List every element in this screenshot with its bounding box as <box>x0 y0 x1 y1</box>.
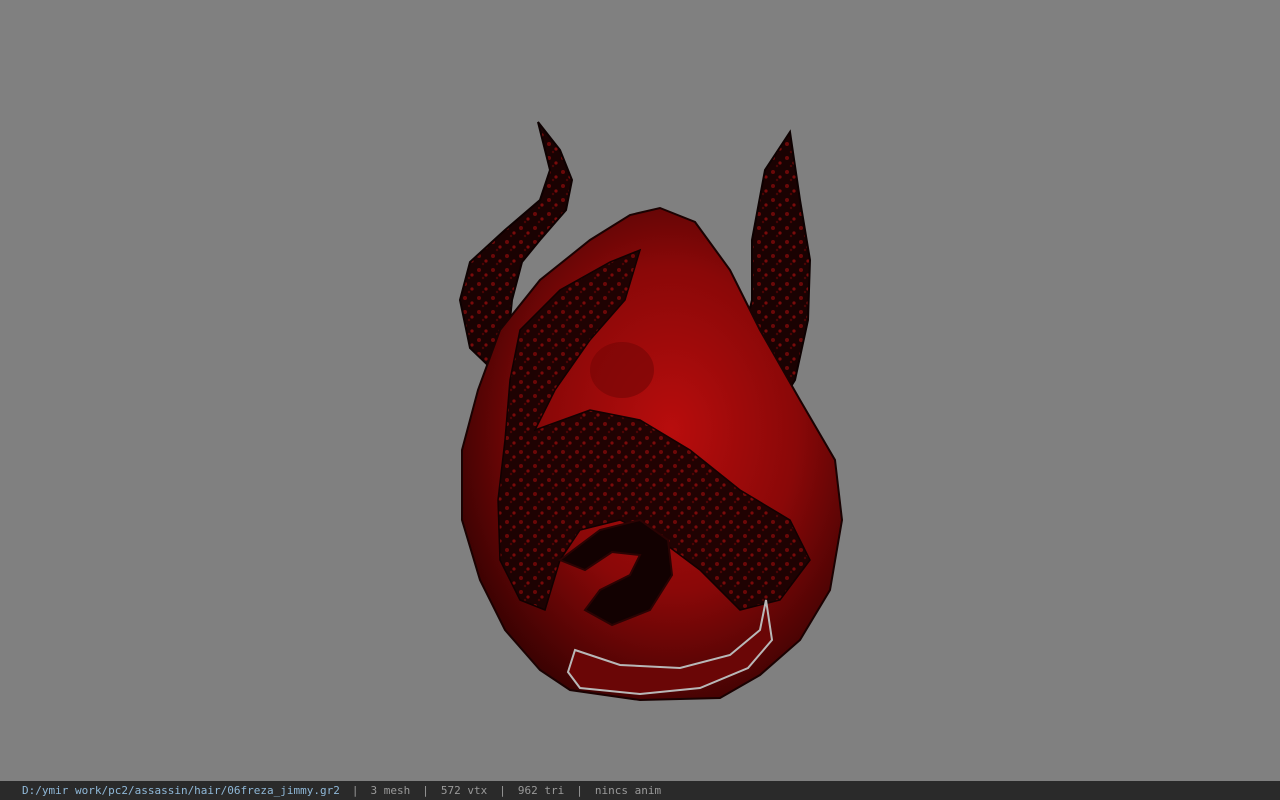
file-path-label: D:/ymir work/pc2/assassin/hair/06freza_j… <box>22 784 340 797</box>
mesh-count-label: 3 mesh <box>370 784 411 797</box>
vertex-count-label: 572 vtx <box>440 784 488 797</box>
3d-viewport[interactable] <box>0 0 1280 781</box>
status-bar: D:/ymir work/pc2/assassin/hair/06freza_j… <box>0 781 1280 800</box>
cheek-bulge <box>590 342 654 398</box>
animation-status-label: nincs anim <box>594 784 662 797</box>
separator: | <box>499 784 506 797</box>
separator: | <box>422 784 429 797</box>
model-render <box>458 121 844 702</box>
separator: | <box>576 784 583 797</box>
triangle-count-label: 962 tri <box>517 784 565 797</box>
separator: | <box>351 784 359 797</box>
